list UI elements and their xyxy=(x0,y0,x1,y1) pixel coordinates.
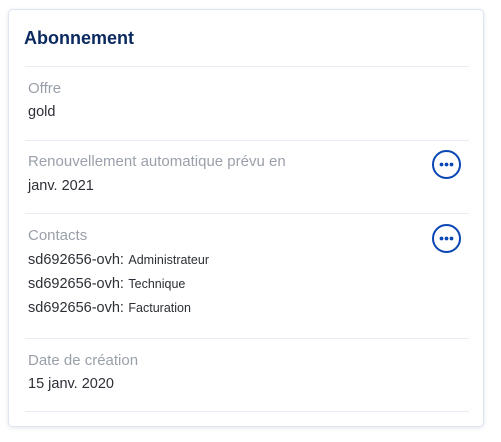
divider xyxy=(25,140,469,141)
renewal-value: janv. 2021 xyxy=(28,178,94,194)
creation-date-value: 15 janv. 2020 xyxy=(28,376,114,392)
contact-item: sd692656-ovh: Administrateur xyxy=(28,251,209,269)
offer-label: Offre xyxy=(28,80,62,97)
renewal-more-button[interactable] xyxy=(432,150,461,179)
contact-role: Facturation xyxy=(128,301,191,315)
divider xyxy=(25,338,469,339)
contact-item: sd692656-ovh: Facturation xyxy=(28,299,191,317)
offer-value: gold xyxy=(28,104,56,120)
divider xyxy=(25,66,469,67)
more-horizontal-icon xyxy=(439,162,454,167)
renewal-label: Renouvellement automatique prévu en xyxy=(28,153,286,170)
divider xyxy=(25,213,469,214)
contact-id: sd692656-ovh: xyxy=(28,300,124,316)
contacts-more-button[interactable] xyxy=(432,224,461,253)
divider xyxy=(25,411,469,412)
more-horizontal-icon xyxy=(439,236,454,241)
contact-id: sd692656-ovh: xyxy=(28,252,124,268)
card-title: Abonnement xyxy=(24,28,134,48)
contact-role: Administrateur xyxy=(128,253,209,267)
contacts-label: Contacts xyxy=(28,227,88,244)
creation-date-label: Date de création xyxy=(28,352,139,369)
contact-role: Technique xyxy=(128,277,186,291)
contact-id: sd692656-ovh: xyxy=(28,276,124,292)
subscription-card: Abonnement Offre gold Renouvellement aut… xyxy=(8,9,484,427)
contact-item: sd692656-ovh: Technique xyxy=(28,275,185,293)
